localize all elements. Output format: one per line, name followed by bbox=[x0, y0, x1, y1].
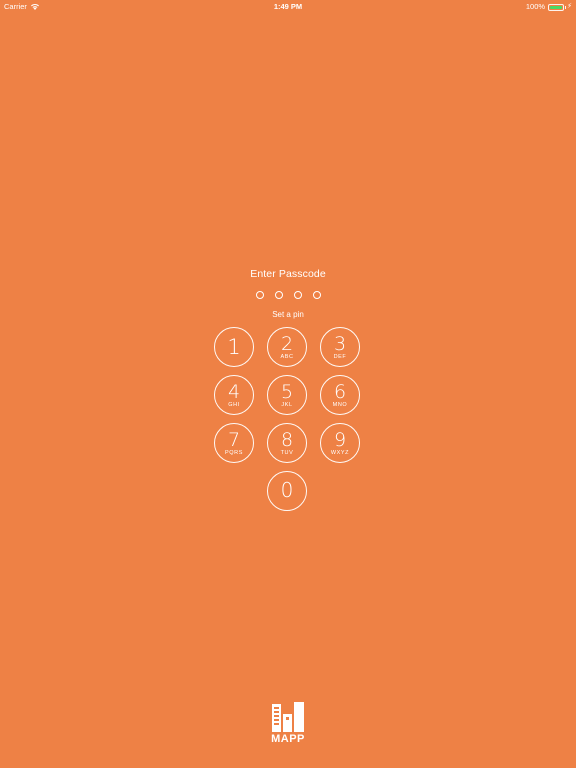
key-3[interactable]: 3 DEF bbox=[320, 327, 360, 367]
key-digit: 6 bbox=[333, 381, 347, 403]
key-4[interactable]: 4 GHI bbox=[214, 375, 254, 415]
passcode-title: Enter Passcode bbox=[250, 268, 326, 280]
passcode-dot bbox=[274, 291, 283, 299]
key-9[interactable]: 9 WXYZ bbox=[320, 423, 360, 463]
key-letters: JKL bbox=[281, 402, 293, 408]
key-digit: 2 bbox=[280, 333, 294, 355]
key-8[interactable]: 8 TUV bbox=[267, 423, 307, 463]
charging-icon: ⚡︎ bbox=[567, 3, 572, 10]
battery-percentage: 100% bbox=[525, 2, 546, 11]
key-letters: TUV bbox=[280, 450, 294, 456]
passcode-dots bbox=[0, 291, 576, 299]
key-digit: 3 bbox=[333, 333, 347, 355]
key-digit: 1 bbox=[227, 335, 241, 359]
key-letters: DEF bbox=[333, 354, 347, 360]
passcode-dot bbox=[293, 291, 302, 299]
passcode-dot bbox=[312, 291, 321, 299]
key-1[interactable]: 1 bbox=[214, 327, 254, 367]
key-6[interactable]: 6 MNO bbox=[320, 375, 360, 415]
passcode-subtitle: Set a pin bbox=[272, 310, 304, 319]
battery-icon bbox=[548, 3, 567, 11]
logo-text: MAPP bbox=[271, 733, 305, 745]
passcode-dot bbox=[255, 291, 264, 299]
key-letters: WXYZ bbox=[330, 450, 350, 456]
key-letters: PQRS bbox=[225, 450, 243, 456]
app-logo: MAPP bbox=[0, 700, 576, 745]
battery-tip bbox=[564, 6, 567, 9]
key-letters: MNO bbox=[332, 402, 348, 408]
key-digit: 5 bbox=[280, 381, 294, 403]
status-right: 100% ⚡︎ bbox=[526, 0, 572, 14]
key-digit: 7 bbox=[227, 429, 241, 451]
key-digit: 9 bbox=[333, 429, 347, 451]
key-2[interactable]: 2 ABC bbox=[267, 327, 307, 367]
key-digit: 8 bbox=[280, 429, 294, 451]
status-bar: Carrier 1:49 PM 100% ⚡︎ bbox=[0, 0, 576, 14]
key-0[interactable]: 0 bbox=[267, 471, 307, 511]
key-letters: GHI bbox=[228, 402, 240, 408]
key-letters: ABC bbox=[280, 354, 294, 360]
key-digit: 4 bbox=[227, 381, 241, 403]
battery-fill bbox=[550, 5, 563, 9]
mapp-logo-icon bbox=[272, 702, 304, 732]
key-5[interactable]: 5 JKL bbox=[267, 375, 307, 415]
key-7[interactable]: 7 PQRS bbox=[214, 423, 254, 463]
status-time: 1:49 PM bbox=[273, 2, 303, 11]
key-digit: 0 bbox=[280, 478, 294, 502]
